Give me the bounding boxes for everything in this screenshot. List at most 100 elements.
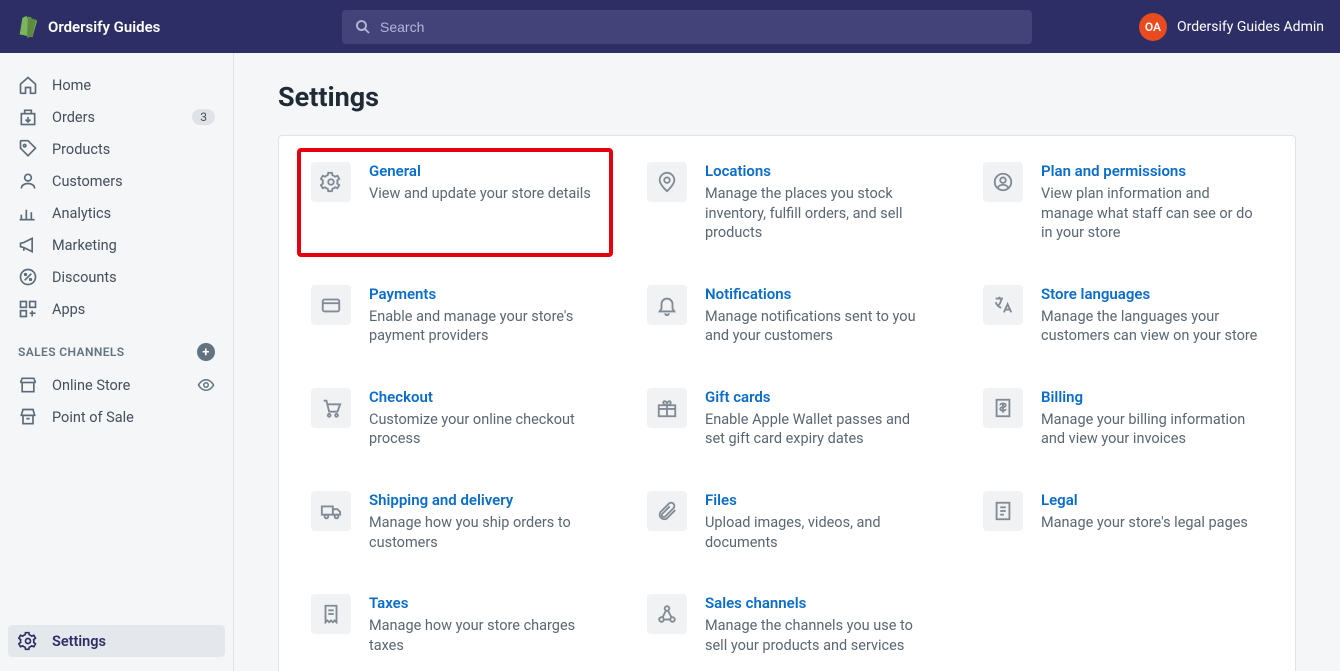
- tile-title: Checkout: [369, 388, 591, 406]
- topbar: Ordersify Guides OA Ordersify Guides Adm…: [0, 0, 1340, 53]
- avatar: OA: [1139, 13, 1167, 41]
- tile-title: Files: [705, 491, 927, 509]
- page-title: Settings: [278, 81, 1296, 113]
- orders-icon: [18, 107, 38, 127]
- tile-desc: Manage how you ship orders to customers: [369, 513, 591, 552]
- tile-title: Gift cards: [705, 388, 927, 406]
- user-circle-icon: [983, 162, 1023, 202]
- tile-general[interactable]: General View and update your store detai…: [297, 148, 613, 257]
- sidebar-item-label: Marketing: [52, 237, 117, 254]
- gear-icon: [311, 162, 351, 202]
- sidebar-item-label: Settings: [52, 633, 106, 650]
- tile-title: Store languages: [1041, 285, 1263, 303]
- tile-taxes[interactable]: Taxes Manage how your store charges taxe…: [307, 590, 595, 659]
- sidebar-item-products[interactable]: Products: [8, 133, 225, 165]
- tile-title: Billing: [1041, 388, 1263, 406]
- megaphone-icon: [18, 235, 38, 255]
- channels-icon: [647, 594, 687, 634]
- person-icon: [18, 171, 38, 191]
- discount-icon: [18, 267, 38, 287]
- tile-title: Notifications: [705, 285, 927, 303]
- tile-title: General: [369, 162, 591, 180]
- billing-icon: [983, 388, 1023, 428]
- paperclip-icon: [647, 491, 687, 531]
- sidebar-item-customers[interactable]: Customers: [8, 165, 225, 197]
- sidebar-item-label: Products: [52, 141, 110, 158]
- tile-desc: Upload images, videos, and documents: [705, 513, 927, 552]
- shopify-logo-icon: [16, 15, 38, 39]
- card-icon: [311, 285, 351, 325]
- brand[interactable]: Ordersify Guides: [16, 15, 216, 39]
- tile-gift-cards[interactable]: Gift cards Enable Apple Wallet passes an…: [643, 384, 931, 453]
- sales-channels-header: SALES CHANNELS +: [0, 325, 233, 369]
- user-menu[interactable]: OA Ordersify Guides Admin: [1139, 13, 1324, 41]
- tile-title: Taxes: [369, 594, 591, 612]
- tile-title: Sales channels: [705, 594, 927, 612]
- location-icon: [647, 162, 687, 202]
- language-icon: [983, 285, 1023, 325]
- settings-card: General View and update your store detai…: [278, 135, 1296, 671]
- tile-shipping[interactable]: Shipping and delivery Manage how you shi…: [307, 487, 595, 556]
- tile-payments[interactable]: Payments Enable and manage your store's …: [307, 281, 595, 350]
- pos-icon: [18, 407, 38, 427]
- sidebar-item-label: Apps: [52, 301, 85, 318]
- tile-desc: Enable and manage your store's payment p…: [369, 307, 591, 346]
- sidebar-item-discounts[interactable]: Discounts: [8, 261, 225, 293]
- search-field[interactable]: [342, 10, 1032, 44]
- sidebar-item-label: Online Store: [52, 377, 130, 394]
- sidebar-item-marketing[interactable]: Marketing: [8, 229, 225, 261]
- sidebar-item-apps[interactable]: Apps: [8, 293, 225, 325]
- tile-desc: Manage the channels you use to sell your…: [705, 616, 927, 655]
- analytics-icon: [18, 203, 38, 223]
- tile-billing[interactable]: Billing Manage your billing information …: [979, 384, 1267, 453]
- tag-icon: [18, 139, 38, 159]
- tile-title: Payments: [369, 285, 591, 303]
- truck-icon: [311, 491, 351, 531]
- bell-icon: [647, 285, 687, 325]
- tile-desc: Manage notifications sent to you and you…: [705, 307, 927, 346]
- tile-desc: Customize your online checkout process: [369, 410, 591, 449]
- main-content: Settings General View and update your st…: [234, 53, 1340, 671]
- tile-title: Locations: [705, 162, 927, 180]
- tile-locations[interactable]: Locations Manage the places you stock in…: [643, 158, 931, 247]
- tile-title: Shipping and delivery: [369, 491, 591, 509]
- sidebar-item-label: Point of Sale: [52, 409, 134, 426]
- sidebar-item-analytics[interactable]: Analytics: [8, 197, 225, 229]
- sidebar-item-label: Orders: [52, 109, 95, 126]
- sidebar-item-online-store[interactable]: Online Store: [8, 369, 225, 401]
- sidebar-item-orders[interactable]: Orders 3: [8, 101, 225, 133]
- view-store-icon[interactable]: [197, 376, 215, 394]
- search-input[interactable]: [380, 19, 1020, 35]
- home-icon: [18, 75, 38, 95]
- tile-desc: Manage how your store charges taxes: [369, 616, 591, 655]
- gift-icon: [647, 388, 687, 428]
- sidebar-item-home[interactable]: Home: [8, 69, 225, 101]
- sidebar-item-label: Discounts: [52, 269, 117, 286]
- tile-desc: Manage the languages your customers can …: [1041, 307, 1263, 346]
- tile-languages[interactable]: Store languages Manage the languages you…: [979, 281, 1267, 350]
- add-channel-icon[interactable]: +: [197, 343, 215, 361]
- tile-checkout[interactable]: Checkout Customize your online checkout …: [307, 384, 595, 453]
- store-icon: [18, 375, 38, 395]
- tile-desc: View and update your store details: [369, 184, 591, 204]
- tile-legal[interactable]: Legal Manage your store's legal pages: [979, 487, 1267, 556]
- tile-desc: Manage your billing information and view…: [1041, 410, 1263, 449]
- search-wrap: [342, 10, 1032, 44]
- receipt-icon: [311, 594, 351, 634]
- tile-files[interactable]: Files Upload images, videos, and documen…: [643, 487, 931, 556]
- sidebar-item-label: Customers: [52, 173, 123, 190]
- sidebar-item-label: Home: [52, 77, 91, 94]
- tile-desc: View plan information and manage what st…: [1041, 184, 1263, 243]
- tile-desc: Manage your store's legal pages: [1041, 513, 1263, 533]
- sidebar-item-label: Analytics: [52, 205, 111, 222]
- tile-title: Plan and permissions: [1041, 162, 1263, 180]
- tile-desc: Manage the places you stock inventory, f…: [705, 184, 927, 243]
- tile-sales-channels[interactable]: Sales channels Manage the channels you u…: [643, 590, 931, 659]
- settings-grid: General View and update your store detai…: [307, 158, 1267, 659]
- tile-notifications[interactable]: Notifications Manage notifications sent …: [643, 281, 931, 350]
- orders-badge: 3: [192, 109, 215, 125]
- sidebar-item-pos[interactable]: Point of Sale: [8, 401, 225, 433]
- sidebar-item-settings[interactable]: Settings: [8, 625, 225, 657]
- tile-plan[interactable]: Plan and permissions View plan informati…: [979, 158, 1267, 247]
- user-name: Ordersify Guides Admin: [1177, 19, 1324, 35]
